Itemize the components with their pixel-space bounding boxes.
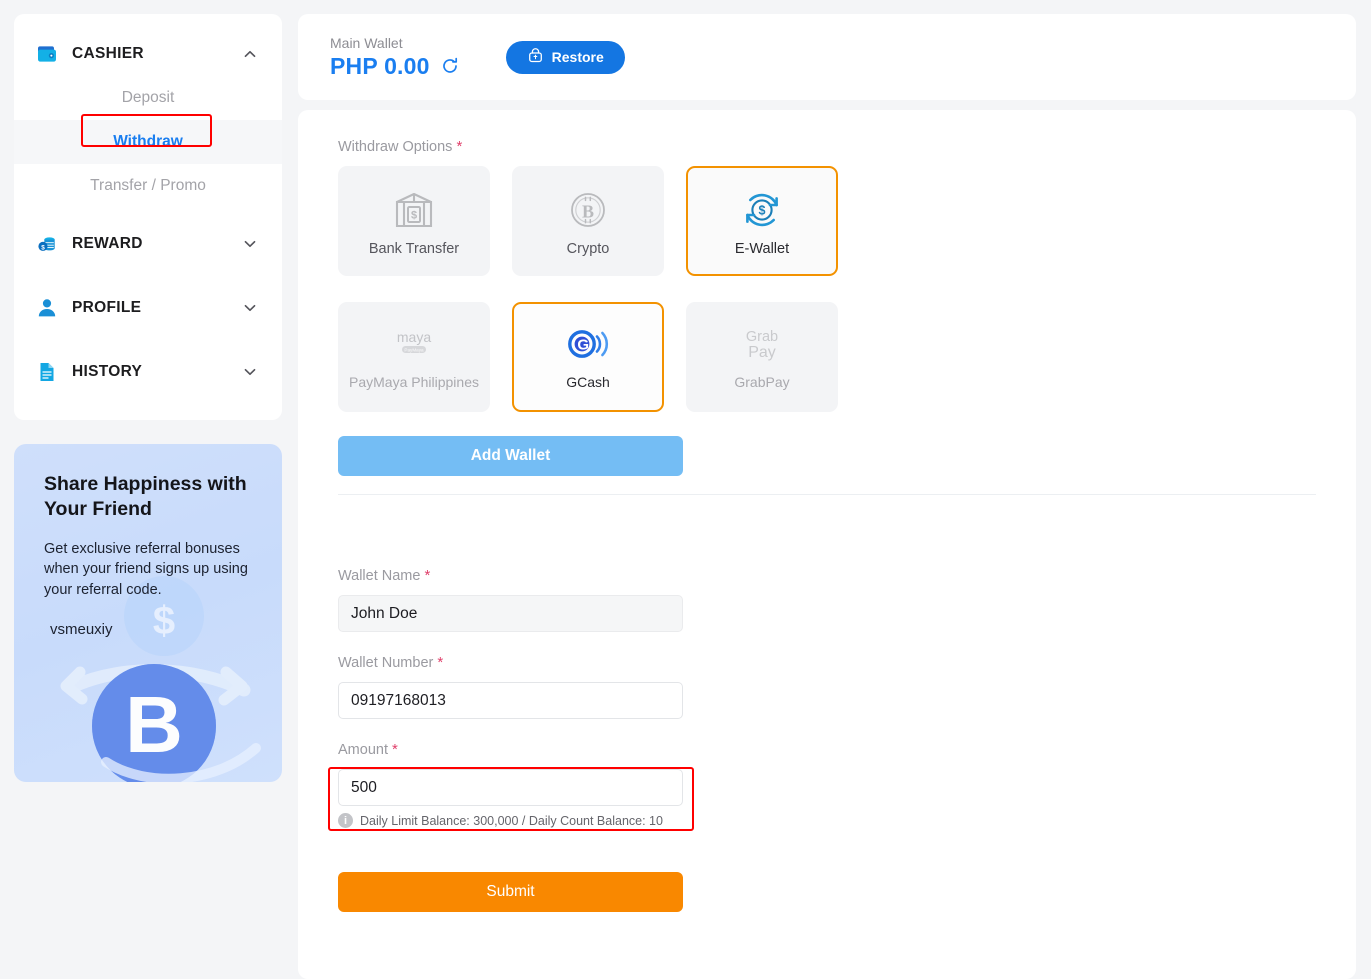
section-divider <box>338 494 1316 495</box>
bitcoin-icon: B <box>565 186 611 234</box>
wallet-name-input[interactable] <box>338 595 683 632</box>
sidebar-item-deposit[interactable]: Deposit <box>14 76 282 120</box>
chevron-down-icon[interactable] <box>242 236 258 252</box>
ewallet-icon: $ <box>738 186 786 234</box>
svg-text:B: B <box>125 680 183 769</box>
provider-label: GCash <box>566 374 610 390</box>
restore-button[interactable]: Restore <box>505 40 625 74</box>
option-e-wallet[interactable]: $ E-Wallet <box>686 166 838 276</box>
maya-logo: maya PayMaya <box>381 324 447 364</box>
provider-gcash[interactable]: G GCash <box>512 302 664 412</box>
option-label: Bank Transfer <box>368 240 460 257</box>
provider-grabpay[interactable]: Grab Pay GrabPay <box>686 302 838 412</box>
sidebar-item-label: Deposit <box>121 89 175 106</box>
sidebar-group-label: CASHIER <box>72 45 144 62</box>
restore-button-label: Restore <box>551 49 604 65</box>
bank-icon: $ <box>391 186 437 234</box>
sidebar-item-withdraw[interactable]: Withdraw <box>14 120 282 164</box>
sidebar: CASHIER Deposit Withdraw Transfer / Prom… <box>14 14 282 979</box>
sidebar-group-reward[interactable]: $ REWARD <box>14 222 282 266</box>
wallet-name-label: Main Wallet <box>330 34 403 51</box>
wallet-name-label: Wallet Name * <box>338 567 1316 584</box>
sidebar-group-label: PROFILE <box>72 299 142 316</box>
sidebar-group-cashier[interactable]: CASHIER <box>14 32 282 76</box>
withdraw-options-row: $ Bank Transfer B Crypto $ E-Wallet <box>338 166 1316 276</box>
bag-icon <box>527 47 544 67</box>
required-mark: * <box>392 741 398 758</box>
wallet-balance-block: Main Wallet PHP 0.00 <box>330 35 460 80</box>
sidebar-item-label: Transfer / Promo <box>90 177 206 194</box>
sidebar-group-label: HISTORY <box>72 363 143 380</box>
daily-limit-text: Daily Limit Balance: 300,000 / Daily Cou… <box>360 813 663 828</box>
amount-label: Amount * <box>338 741 1316 758</box>
required-mark: * <box>424 567 431 584</box>
svg-text:$: $ <box>411 209 417 221</box>
svg-text:Grab: Grab <box>746 329 778 345</box>
add-wallet-button[interactable]: Add Wallet <box>338 436 683 476</box>
wallet-number-label-text: Wallet Number <box>338 655 434 671</box>
sidebar-group-label: REWARD <box>72 235 143 252</box>
wallet-amount-row: PHP 0.00 <box>330 53 460 80</box>
amount-label-text: Amount <box>338 742 388 758</box>
option-label: Crypto <box>566 240 610 257</box>
chevron-down-icon[interactable] <box>242 364 258 380</box>
withdraw-options-label-text: Withdraw Options <box>338 139 453 155</box>
referral-code[interactable]: vsmeuxiy <box>50 621 252 638</box>
info-icon: i <box>338 813 353 828</box>
svg-text:PayMaya: PayMaya <box>404 348 424 353</box>
refresh-icon[interactable] <box>440 56 460 76</box>
withdraw-panel: Withdraw Options * $ Bank Transfer B Cry… <box>298 110 1356 979</box>
svg-text:maya: maya <box>397 329 431 345</box>
main-content: Main Wallet PHP 0.00 Restore Withdraw Op… <box>298 14 1356 979</box>
wallet-header: Main Wallet PHP 0.00 Restore <box>298 14 1356 100</box>
option-bank-transfer[interactable]: $ Bank Transfer <box>338 166 490 276</box>
referral-promo-card[interactable]: $ B Share Happiness with Your Friend Get… <box>14 444 282 782</box>
sidebar-group-history[interactable]: HISTORY <box>14 350 282 394</box>
withdraw-form: Wallet Name * Wallet Number * Amount <box>328 567 1316 912</box>
amount-group: Amount * i Daily Limit Balance: 300,000 … <box>328 741 1316 831</box>
provider-label: GrabPay <box>734 374 790 390</box>
gcash-logo: G <box>564 324 612 364</box>
chevron-up-icon[interactable] <box>242 46 258 62</box>
sidebar-nav-card: CASHIER Deposit Withdraw Transfer / Prom… <box>14 14 282 420</box>
promo-title: Share Happiness with Your Friend <box>44 473 247 520</box>
wallet-number-input[interactable] <box>338 682 683 719</box>
app-root: CASHIER Deposit Withdraw Transfer / Prom… <box>0 0 1371 979</box>
chevron-down-icon[interactable] <box>242 300 258 316</box>
wallet-icon <box>34 41 60 67</box>
provider-row: maya PayMaya PayMaya Philippines G GCash… <box>338 302 1316 412</box>
promo-illustration: $ B <box>60 576 261 782</box>
wallet-number-label: Wallet Number * <box>338 654 1316 671</box>
required-mark: * <box>456 138 463 155</box>
submit-button[interactable]: Submit <box>338 872 683 912</box>
sidebar-group-profile[interactable]: PROFILE <box>14 286 282 330</box>
wallet-name-label-text: Wallet Name <box>338 568 421 584</box>
promo-description: Get exclusive referral bonuses when your… <box>44 540 248 599</box>
daily-limit-hint: i Daily Limit Balance: 300,000 / Daily C… <box>338 813 1316 828</box>
wallet-number-group: Wallet Number * <box>338 654 1316 719</box>
provider-label: PayMaya Philippines <box>349 374 479 390</box>
option-label: E-Wallet <box>734 240 790 257</box>
sidebar-item-label: Withdraw <box>113 133 183 150</box>
svg-text:$: $ <box>41 244 45 251</box>
coins-icon: $ <box>34 231 60 257</box>
wallet-amount: PHP 0.00 <box>330 52 430 79</box>
withdraw-options-label: Withdraw Options * <box>338 138 1316 155</box>
amount-input[interactable] <box>338 769 683 806</box>
option-crypto[interactable]: B Crypto <box>512 166 664 276</box>
required-mark: * <box>437 654 444 671</box>
document-icon <box>34 359 60 385</box>
user-icon <box>34 295 60 321</box>
svg-text:$: $ <box>759 203 766 217</box>
grabpay-logo: Grab Pay <box>729 324 795 364</box>
sidebar-item-transfer-promo[interactable]: Transfer / Promo <box>14 164 282 208</box>
svg-text:B: B <box>582 201 594 221</box>
provider-paymaya[interactable]: maya PayMaya PayMaya Philippines <box>338 302 490 412</box>
wallet-name-group: Wallet Name * <box>338 567 1316 632</box>
svg-text:Pay: Pay <box>748 344 776 361</box>
svg-text:G: G <box>577 337 589 354</box>
